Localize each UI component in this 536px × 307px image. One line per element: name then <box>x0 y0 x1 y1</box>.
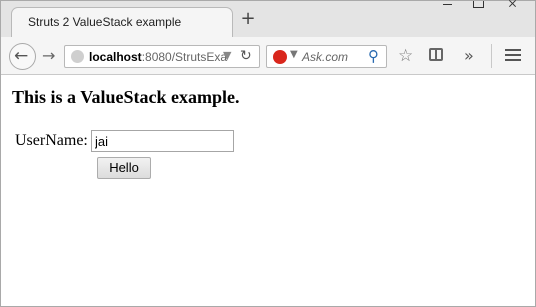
reload-icon[interactable]: ↻ <box>240 48 252 64</box>
navigation-toolbar: ← → localhost:8080/StrutsExa ▼ ↻ ▼ Ask.c… <box>1 37 535 75</box>
tab-active[interactable]: Struts 2 ValueStack example <box>11 7 233 38</box>
tab-strip: Struts 2 ValueStack example + <box>1 1 535 38</box>
toolbar-divider <box>491 44 492 68</box>
username-input[interactable] <box>91 130 234 152</box>
page-content: This is a ValueStack example. UserName: … <box>1 76 535 306</box>
browser-window: Struts 2 ValueStack example + ← → localh… <box>0 0 536 307</box>
minimize-icon[interactable] <box>441 1 455 9</box>
url-path: :8080/StrutsExa <box>141 50 228 64</box>
maximize-icon[interactable] <box>473 1 485 9</box>
overflow-chevron-icon[interactable]: » <box>464 46 474 65</box>
hello-button[interactable]: Hello <box>97 157 151 179</box>
globe-icon <box>71 50 84 63</box>
ask-icon[interactable] <box>273 50 287 64</box>
search-icon[interactable]: ⚲ <box>368 47 379 65</box>
url-host: localhost <box>89 50 142 64</box>
bookmark-star-icon[interactable]: ☆ <box>398 46 413 66</box>
new-tab-button[interactable]: + <box>239 10 257 28</box>
back-button[interactable]: ← <box>9 43 36 70</box>
address-bar[interactable]: localhost:8080/StrutsExa ▼ ↻ <box>64 45 260 68</box>
close-icon[interactable] <box>506 1 520 9</box>
menu-icon[interactable] <box>505 49 521 62</box>
url-dropdown-icon[interactable]: ▼ <box>223 49 231 62</box>
forward-icon[interactable]: → <box>42 46 55 65</box>
search-placeholder: Ask.com <box>302 50 349 64</box>
search-bar[interactable]: ▼ Ask.com ⚲ <box>266 45 387 68</box>
url-text: localhost:8080/StrutsExa <box>89 50 227 64</box>
username-label: UserName: <box>15 132 88 149</box>
page-title: This is a ValueStack example. <box>12 87 240 107</box>
search-engine-dropdown-icon[interactable]: ▼ <box>290 49 298 60</box>
reading-list-icon[interactable] <box>429 48 443 61</box>
back-icon: ← <box>14 46 29 66</box>
tab-title: Struts 2 ValueStack example <box>28 15 182 29</box>
